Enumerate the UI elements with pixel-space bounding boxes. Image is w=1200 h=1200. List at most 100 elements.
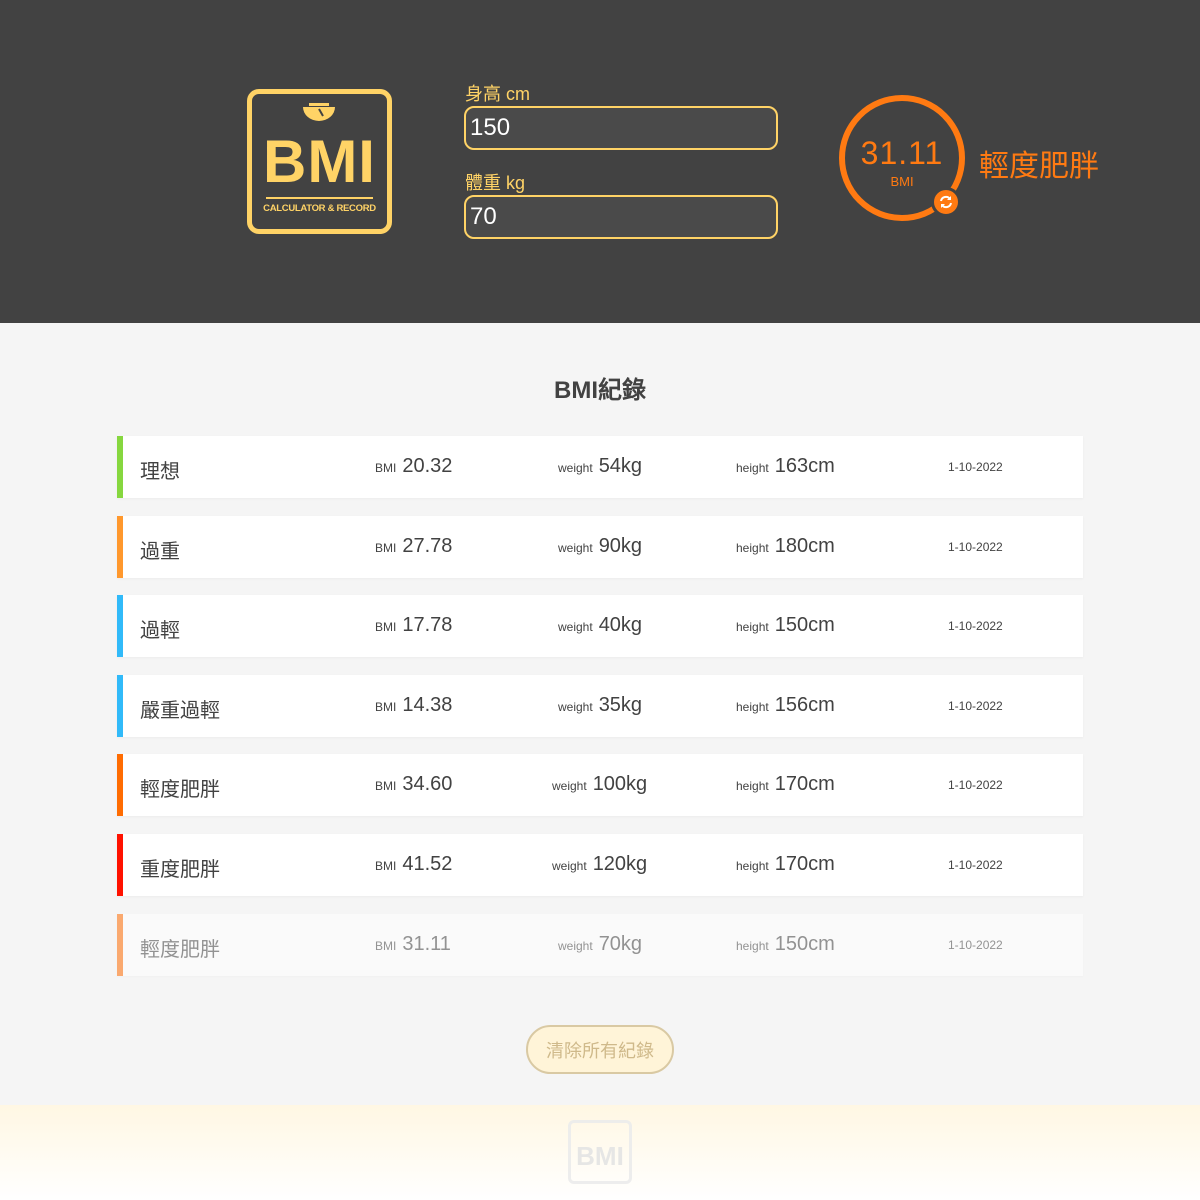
record-bmi-value: 14.38 xyxy=(402,694,453,716)
record-date: 1-10-2022 xyxy=(948,460,1003,474)
weight-input[interactable] xyxy=(464,195,778,239)
record-weight-label: weight xyxy=(558,939,593,953)
record-status-bar xyxy=(117,914,123,976)
record-bmi: BMI 27.78 xyxy=(375,535,452,558)
record-height-value: 163cm xyxy=(774,455,835,477)
records-title: BMI紀錄 xyxy=(554,377,646,404)
logo-divider xyxy=(266,197,373,199)
record-weight-value: 90kg xyxy=(598,535,643,557)
height-input[interactable] xyxy=(464,106,778,150)
record-height: height 170cm xyxy=(736,773,835,796)
record-bmi: BMI 34.60 xyxy=(375,773,452,796)
record-weight: weight 100kg xyxy=(552,773,647,796)
record-weight-label: weight xyxy=(558,620,593,634)
record-bmi: BMI 20.32 xyxy=(375,455,452,478)
record-weight-value: 54kg xyxy=(598,455,643,477)
record-height: height 150cm xyxy=(736,614,835,637)
record-row: 過重 BMI 27.78 weight 90kg height 180cm 1-10-2022 xyxy=(117,516,1083,578)
record-weight: weight 40kg xyxy=(558,614,642,637)
record-status: 過重 xyxy=(140,541,180,563)
record-weight-value: 100kg xyxy=(592,773,648,795)
record-row: 輕度肥胖 BMI 31.11 weight 70kg height 150cm 1-10-20… xyxy=(117,914,1083,976)
footer-logo: BMI xyxy=(568,1120,632,1184)
record-row: 過輕 BMI 17.78 weight 40kg height 150cm 1-10-2022 xyxy=(117,595,1083,657)
record-row: 輕度肥胖 BMI 34.60 weight 100kg height 170cm 1-10-2… xyxy=(117,754,1083,816)
record-bmi-value: 27.78 xyxy=(402,535,453,557)
record-height-label: height xyxy=(736,461,769,475)
record-weight-label: weight xyxy=(558,541,593,555)
app-header: BMI CALCULATOR & RECORD 身高 cm 體重 kg 31.1… xyxy=(0,0,1200,323)
record-weight: weight 35kg xyxy=(558,694,642,717)
record-row: 嚴重過輕 BMI 14.38 weight 35kg height 156cm 1-10-20… xyxy=(117,675,1083,737)
record-height-label: height xyxy=(736,541,769,555)
record-height: height 163cm xyxy=(736,455,835,478)
record-height-value: 150cm xyxy=(774,614,835,636)
record-weight: weight 120kg xyxy=(552,853,647,876)
record-status: 重度肥胖 xyxy=(140,859,220,881)
refresh-icon xyxy=(940,195,952,209)
record-height: height 156cm xyxy=(736,694,835,717)
record-bmi-label: BMI xyxy=(375,461,397,475)
record-weight-value: 120kg xyxy=(592,853,648,875)
record-status: 輕度肥胖 xyxy=(140,939,220,961)
weight-label: 體重 kg xyxy=(465,173,526,193)
record-date: 1-10-2022 xyxy=(948,778,1003,792)
record-weight-value: 70kg xyxy=(598,933,643,955)
reset-button[interactable] xyxy=(931,187,961,217)
record-bmi-value: 34.60 xyxy=(402,773,453,795)
record-height-value: 180cm xyxy=(774,535,835,557)
record-row: 重度肥胖 BMI 41.52 weight 120kg height 170cm 1-10-2… xyxy=(117,834,1083,896)
record-weight-value: 35kg xyxy=(598,694,643,716)
record-weight: weight 90kg xyxy=(558,535,642,558)
record-weight-label: weight xyxy=(558,461,593,475)
record-height: height 170cm xyxy=(736,853,835,876)
record-bmi: BMI 31.11 xyxy=(375,933,451,956)
record-height-label: height xyxy=(736,700,769,714)
bmi-logo: BMI CALCULATOR & RECORD xyxy=(247,89,392,234)
record-weight-label: weight xyxy=(552,779,587,793)
record-height-label: height xyxy=(736,939,769,953)
clear-records-button[interactable]: 清除所有紀錄 xyxy=(526,1025,674,1074)
record-weight: weight 70kg xyxy=(558,933,642,956)
record-height-label: height xyxy=(736,779,769,793)
record-weight-label: weight xyxy=(558,700,593,714)
logo-subtitle: CALCULATOR & RECORD xyxy=(263,203,376,214)
record-status-bar xyxy=(117,595,123,657)
record-height-value: 170cm xyxy=(774,853,835,875)
record-date: 1-10-2022 xyxy=(948,619,1003,633)
bmi-result-status: 輕度肥胖 xyxy=(979,150,1099,183)
record-weight-value: 40kg xyxy=(598,614,643,636)
record-bmi-value: 20.32 xyxy=(402,455,453,477)
bmi-result-value: 31.11 xyxy=(860,135,944,171)
record-date: 1-10-2022 xyxy=(948,858,1003,872)
record-date: 1-10-2022 xyxy=(948,699,1003,713)
height-label: 身高 cm xyxy=(465,84,530,104)
footer-logo-text: BMI xyxy=(576,1141,624,1171)
record-bmi: BMI 17.78 xyxy=(375,614,452,637)
record-status-bar xyxy=(117,754,123,816)
record-status: 嚴重過輕 xyxy=(140,700,220,722)
record-bmi-label: BMI xyxy=(375,859,397,873)
record-bmi-label: BMI xyxy=(375,541,397,555)
record-height-label: height xyxy=(736,859,769,873)
record-row: 理想 BMI 20.32 weight 54kg height 163cm 1-10-2022 xyxy=(117,436,1083,498)
logo-title: BMI xyxy=(263,128,376,195)
record-height-value: 170cm xyxy=(774,773,835,795)
record-bmi-value: 31.11 xyxy=(402,933,451,955)
record-height: height 180cm xyxy=(736,535,835,558)
record-status-bar xyxy=(117,436,123,498)
record-height: height 150cm xyxy=(736,933,835,956)
record-date: 1-10-2022 xyxy=(948,938,1003,952)
record-bmi-label: BMI xyxy=(375,939,397,953)
record-height-value: 156cm xyxy=(774,694,835,716)
record-height-value: 150cm xyxy=(774,933,835,955)
record-status-bar xyxy=(117,675,123,737)
record-bmi-label: BMI xyxy=(375,620,397,634)
record-bmi: BMI 41.52 xyxy=(375,853,452,876)
record-bmi-label: BMI xyxy=(375,700,397,714)
scale-icon xyxy=(303,103,335,121)
bmi-result: 31.11 BMI xyxy=(839,95,965,221)
record-status-bar xyxy=(117,516,123,578)
record-status: 理想 xyxy=(140,461,180,483)
record-status: 輕度肥胖 xyxy=(140,779,220,801)
